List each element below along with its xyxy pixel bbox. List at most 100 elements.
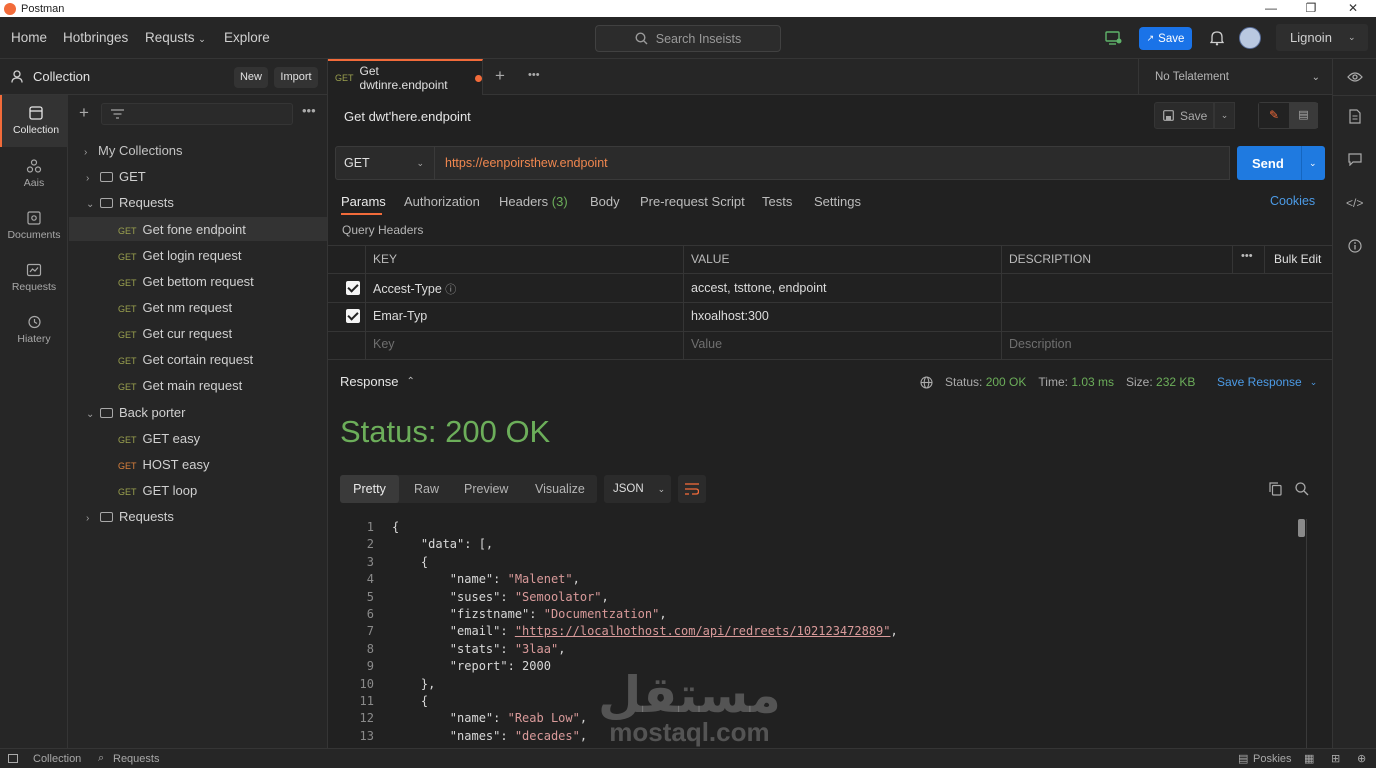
- tree-request[interactable]: GET HOST easy: [118, 457, 209, 472]
- tree-request[interactable]: GET Get login request: [118, 248, 242, 263]
- tree-request[interactable]: GET GET easy: [118, 431, 200, 446]
- bell-icon[interactable]: [1210, 30, 1224, 46]
- tree-folder-requests-2[interactable]: › Requests: [86, 509, 174, 524]
- tree-folder-get[interactable]: › GET: [86, 169, 146, 184]
- time-value: 1.03 ms: [1071, 375, 1114, 389]
- environment-select[interactable]: No Telatement ⌄: [1138, 59, 1332, 95]
- table-more-icon[interactable]: •••: [1241, 250, 1253, 262]
- wrap-lines-button[interactable]: [678, 475, 706, 503]
- response-toggle[interactable]: Response ⌃: [340, 374, 415, 389]
- view-tab-pretty[interactable]: Pretty: [340, 475, 399, 503]
- edit-pencil-icon[interactable]: ✎: [1259, 103, 1289, 128]
- tree-request[interactable]: GET Get main request: [118, 378, 242, 393]
- rail-apis[interactable]: Aais: [0, 159, 68, 189]
- tab-more-icon[interactable]: •••: [528, 69, 540, 81]
- table-cell-value[interactable]: accest, tsttone, endpoint: [691, 281, 827, 295]
- layout-icon[interactable]: [8, 754, 18, 763]
- request-save-button[interactable]: Save: [1154, 102, 1214, 129]
- row-checkbox[interactable]: [346, 309, 360, 323]
- tree-folder-back-porter[interactable]: ⌄ Back porter: [86, 405, 185, 420]
- send-button[interactable]: Send ⌄: [1237, 146, 1325, 180]
- new-key-field[interactable]: Key: [373, 337, 395, 351]
- new-value-field[interactable]: Value: [691, 337, 722, 351]
- tree-request[interactable]: GET Get cur request: [118, 326, 232, 341]
- tab-pre-request-script[interactable]: Pre-request Script: [640, 194, 745, 209]
- nav-hotbringes[interactable]: Hotbringes: [63, 30, 128, 45]
- rail-documents[interactable]: Documents: [0, 211, 68, 241]
- comments-icon[interactable]: [1348, 153, 1362, 166]
- format-select[interactable]: JSON ⌄: [604, 475, 671, 503]
- tree-request[interactable]: GET Get cortain request: [118, 352, 253, 367]
- new-description-field[interactable]: Description: [1009, 337, 1072, 351]
- view-tab-raw[interactable]: Raw: [414, 482, 439, 496]
- tab-settings[interactable]: Settings: [814, 194, 861, 209]
- size-value: 232 KB: [1156, 375, 1196, 389]
- help-icon[interactable]: ⊕: [1357, 752, 1366, 765]
- request-tab[interactable]: GET Get dwtinre.endpoint: [328, 59, 483, 95]
- avatar[interactable]: [1239, 27, 1261, 49]
- add-icon[interactable]: +: [79, 103, 89, 123]
- tree-request[interactable]: GET Get nm request: [118, 300, 232, 315]
- code-snippet-icon[interactable]: </>: [1346, 196, 1363, 210]
- scrollbar-thumb[interactable]: [1298, 519, 1305, 537]
- tree-request[interactable]: GET GET loop: [118, 483, 197, 498]
- new-tab-icon[interactable]: +: [495, 66, 505, 86]
- view-tab-preview[interactable]: Preview: [464, 482, 508, 496]
- chevron-down-icon: ⌄: [657, 483, 666, 494]
- more-icon[interactable]: •••: [302, 103, 316, 118]
- folder-icon: [100, 198, 113, 208]
- nav-explore[interactable]: Explore: [224, 30, 270, 45]
- method-select[interactable]: GET ⌄: [335, 146, 435, 180]
- cookies-icon[interactable]: ▤: [1238, 752, 1248, 765]
- line-number: 1: [366, 520, 374, 534]
- search-input[interactable]: Search Inseists: [595, 25, 781, 52]
- tree-folder-requests[interactable]: ⌄ Requests: [86, 195, 174, 210]
- bulk-edit-button[interactable]: Bulk Edit: [1274, 252, 1321, 266]
- url-input[interactable]: https://eenpoirsthew.endpoint: [435, 146, 1230, 180]
- rail-collection[interactable]: Collection: [0, 95, 68, 147]
- save-dropdown-icon[interactable]: ⌄: [1214, 102, 1235, 129]
- tab-authorization[interactable]: Authorization: [404, 194, 480, 209]
- workspace-select[interactable]: Lignoin ⌄: [1276, 24, 1368, 51]
- tab-body[interactable]: Body: [590, 194, 620, 209]
- tab-tests[interactable]: Tests: [762, 194, 792, 209]
- split-icon[interactable]: ⊞: [1331, 752, 1340, 765]
- save-response-button[interactable]: Save Response ⌄: [1217, 375, 1317, 389]
- tab-headers[interactable]: Headers (3): [499, 194, 568, 209]
- close-icon[interactable]: ✕: [1335, 0, 1371, 17]
- filter-input[interactable]: [101, 103, 293, 125]
- send-dropdown-icon: ⌄: [1309, 157, 1317, 168]
- statusbar-collection[interactable]: Collection: [33, 753, 81, 765]
- statusbar-requests[interactable]: Requests: [113, 753, 159, 765]
- nav-requsts[interactable]: Requsts ⌄: [145, 30, 206, 45]
- row-checkbox[interactable]: [346, 281, 360, 295]
- new-button[interactable]: New: [234, 67, 268, 88]
- tab-params[interactable]: Params: [341, 194, 386, 209]
- rail-history[interactable]: Hiatery: [0, 315, 68, 345]
- top-nav: Home Hotbringes Requsts ⌄ Explore Search…: [0, 17, 1376, 59]
- table-cell-value[interactable]: hxoalhost:300: [691, 309, 769, 323]
- comment-icon[interactable]: ▤: [1289, 103, 1318, 128]
- search-response-icon[interactable]: [1295, 482, 1309, 496]
- statusbar-poskies[interactable]: Poskies: [1253, 753, 1292, 765]
- copy-icon[interactable]: [1269, 482, 1282, 496]
- import-button[interactable]: Import: [274, 67, 318, 88]
- grid-icon[interactable]: ▦: [1304, 752, 1314, 765]
- tree-request[interactable]: GET Get fone endpoint: [118, 222, 246, 237]
- tree-request[interactable]: GET Get bettom request: [118, 274, 254, 289]
- info-icon[interactable]: [1348, 239, 1362, 253]
- table-cell-key[interactable]: Emar-Typ: [373, 309, 427, 323]
- document-icon[interactable]: [1349, 109, 1361, 124]
- nav-home[interactable]: Home: [11, 30, 47, 45]
- sync-icon[interactable]: [1105, 31, 1122, 45]
- statusbar-search-icon[interactable]: ⌕: [98, 752, 104, 765]
- top-save-button[interactable]: ↗ Save: [1139, 27, 1192, 50]
- minimize-icon[interactable]: —: [1253, 0, 1289, 17]
- cookies-link[interactable]: Cookies: [1270, 194, 1315, 208]
- maximize-icon[interactable]: ❐: [1293, 0, 1329, 17]
- view-tab-visualize[interactable]: Visualize: [535, 482, 585, 496]
- tree-root[interactable]: › My Collections: [84, 143, 183, 158]
- eye-icon[interactable]: [1347, 71, 1363, 83]
- rail-requests[interactable]: Requests: [0, 263, 68, 293]
- title-bar: Postman — ❐ ✕: [0, 0, 1376, 17]
